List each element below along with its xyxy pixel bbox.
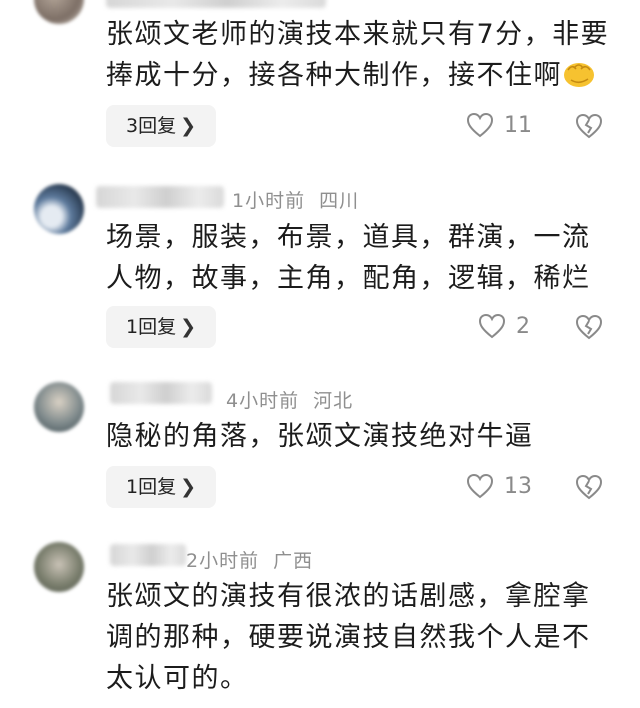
broken-heart-icon <box>575 474 603 500</box>
dislike-button[interactable] <box>575 474 603 504</box>
like-button[interactable]: 2 <box>478 313 530 339</box>
comment-time: 4小时前 <box>226 390 300 412</box>
reply-count-label: 3回复 <box>126 115 177 137</box>
username-blurred[interactable] <box>110 382 212 404</box>
chevron-right-icon: ❯ <box>180 115 197 137</box>
comment-time: 1小时前 <box>232 190 306 212</box>
chevron-right-icon: ❯ <box>180 316 197 338</box>
avatar[interactable] <box>34 184 84 234</box>
dislike-button[interactable] <box>575 113 603 143</box>
reply-count-button[interactable]: 1回复 ❯ <box>106 466 217 508</box>
comment-text: 张颂文的演技有很浓的话剧感，拿腔拿调的那种，硬要说演技自然我个人是不太认可的。 <box>106 581 591 694</box>
comment-location: 河北 <box>313 390 354 412</box>
comment-meta: 2小时前 广西 <box>186 546 313 573</box>
chevron-right-icon: ❯ <box>180 476 197 498</box>
comment-text: 张颂文老师的演技本来就只有7分，非要捧成十分，接各种大制作，接不住啊 <box>106 19 610 91</box>
reply-count-button[interactable]: 1回复 ❯ <box>106 306 217 348</box>
heart-outline-icon <box>466 473 494 499</box>
username-blurred[interactable] <box>106 0 326 8</box>
username-blurred[interactable] <box>96 186 224 208</box>
reply-count-label: 1回复 <box>126 476 177 498</box>
comment-time: 2小时前 <box>186 550 260 572</box>
avatar[interactable] <box>34 542 84 592</box>
reply-count-label: 1回复 <box>126 316 177 338</box>
clapping-hands-emoji-icon <box>562 59 596 87</box>
reply-count-button[interactable]: 3回复 ❯ <box>106 105 217 147</box>
like-button[interactable]: 13 <box>466 473 532 499</box>
broken-heart-icon <box>575 113 603 139</box>
avatar[interactable] <box>34 382 84 432</box>
like-count: 11 <box>504 112 532 138</box>
comment-text: 隐秘的角落，张颂文演技绝对牛逼 <box>106 421 534 452</box>
broken-heart-icon <box>575 314 603 340</box>
comment-meta: 1小时前 四川 <box>232 186 359 213</box>
like-count: 2 <box>516 313 530 339</box>
heart-outline-icon <box>466 112 494 138</box>
avatar[interactable] <box>34 0 84 24</box>
heart-outline-icon <box>478 313 506 339</box>
comment-location: 四川 <box>319 190 360 212</box>
comment-meta: 4小时前 河北 <box>226 386 353 413</box>
dislike-button[interactable] <box>575 314 603 344</box>
username-blurred[interactable] <box>110 544 186 566</box>
comment-text: 场景，服装，布景，道具，群演，一流人物，故事，主角，配角，逻辑，稀烂 <box>106 222 591 294</box>
comment-location: 广西 <box>273 550 314 572</box>
like-count: 13 <box>504 473 532 499</box>
like-button[interactable]: 11 <box>466 112 532 138</box>
